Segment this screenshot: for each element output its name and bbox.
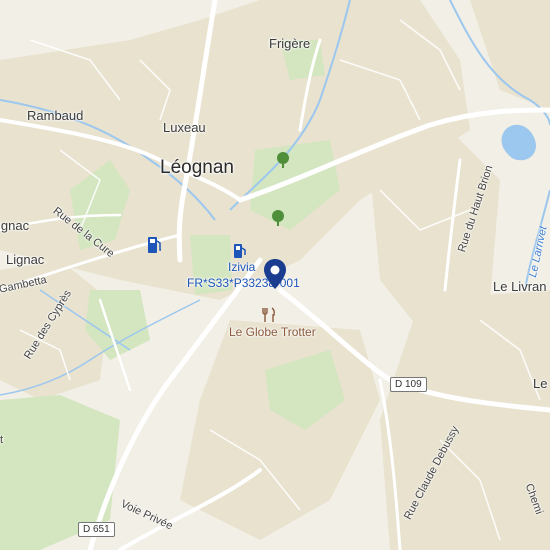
restaurant-icon[interactable]	[262, 307, 276, 323]
road-shield-d651: D 651	[78, 522, 115, 537]
place-label-luxeau: Luxeau	[163, 120, 206, 135]
place-label-le-livran: Le Livran	[493, 279, 547, 294]
place-label-lignac: Lignac	[6, 252, 45, 267]
location-pin-icon[interactable]	[263, 258, 287, 290]
road-shield-d109: D 109	[390, 377, 427, 392]
place-label-frigere: Frigère	[269, 36, 311, 51]
poi-label-izivia[interactable]: Izivia	[228, 260, 255, 274]
fuel-station-icon[interactable]	[147, 236, 163, 254]
park-tree-icon[interactable]	[271, 210, 285, 226]
place-label-ignac: ignac	[0, 218, 30, 233]
poi-label-le-globe-trotter[interactable]: Le Globe Trotter	[229, 325, 316, 339]
charging-station-icon[interactable]	[233, 243, 247, 259]
place-label-leognan: Léognan	[160, 157, 234, 178]
place-label-le: Le	[533, 376, 548, 391]
place-label-rambaud: Rambaud	[27, 108, 84, 123]
map-view[interactable]: Frigère Rambaud Luxeau Léognan ignac Lig…	[0, 0, 550, 550]
street-label-t: t	[0, 434, 4, 446]
park-tree-icon[interactable]	[276, 152, 290, 168]
